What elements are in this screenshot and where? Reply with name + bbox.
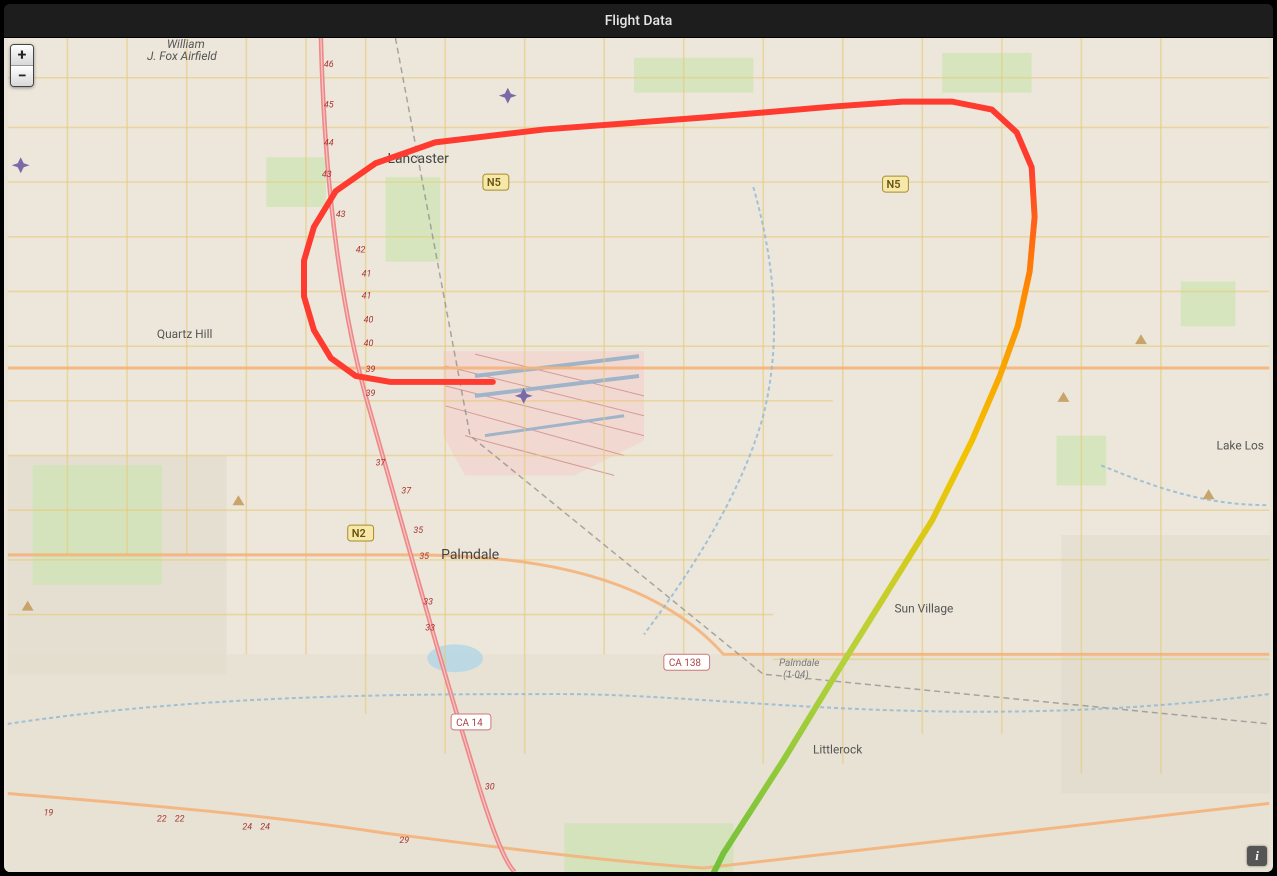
label-sun-village: Sun Village: [894, 602, 953, 616]
svg-text:41: 41: [362, 270, 372, 280]
map-svg: 46 45 44 43 43 42 41 41 40 40 39 39 37 3…: [4, 38, 1273, 872]
svg-text:24: 24: [242, 822, 252, 832]
svg-text:19: 19: [44, 808, 54, 818]
app-window: Flight Data + − i: [4, 4, 1273, 872]
map-viewport[interactable]: + − i: [4, 38, 1273, 872]
svg-text:33: 33: [425, 623, 435, 633]
svg-text:43: 43: [322, 170, 332, 180]
shield-ca14: CA 14: [451, 714, 491, 730]
zoom-out-button[interactable]: −: [11, 65, 33, 86]
svg-text:37: 37: [401, 486, 412, 496]
label-palmdale-exit-1: Palmdale: [779, 658, 819, 669]
svg-text:N5: N5: [887, 178, 901, 191]
shield-n2: N2: [348, 525, 374, 541]
shield-n5-right: N5: [883, 176, 909, 192]
svg-text:39: 39: [366, 365, 376, 375]
svg-text:CA 14: CA 14: [456, 718, 483, 729]
svg-text:40: 40: [364, 339, 374, 349]
svg-text:24: 24: [260, 822, 270, 832]
zoom-in-button[interactable]: +: [11, 45, 33, 65]
svg-text:29: 29: [399, 836, 409, 846]
svg-text:39: 39: [366, 389, 376, 399]
svg-text:42: 42: [356, 246, 366, 256]
window-title: Flight Data: [605, 13, 673, 29]
svg-text:22: 22: [175, 814, 185, 824]
svg-text:40: 40: [364, 315, 374, 325]
label-palmdale-exit-2: (1-04): [783, 670, 809, 681]
svg-text:44: 44: [324, 138, 334, 148]
svg-text:33: 33: [423, 598, 433, 608]
svg-text:45: 45: [324, 101, 334, 111]
svg-text:41: 41: [362, 291, 372, 301]
label-palmdale: Palmdale: [441, 547, 499, 563]
shield-ca138: CA 138: [664, 654, 710, 670]
svg-text:35: 35: [413, 526, 423, 536]
label-lake-los: Lake Los: [1217, 439, 1264, 453]
zoom-control: + −: [10, 44, 34, 87]
svg-text:30: 30: [485, 782, 495, 792]
svg-text:22: 22: [157, 814, 167, 824]
shield-n5-left: N5: [483, 174, 509, 190]
attribution-button[interactable]: i: [1247, 846, 1267, 866]
label-fox-airfield-2: J. Fox Airfield: [147, 49, 217, 63]
svg-text:35: 35: [419, 552, 429, 562]
svg-text:46: 46: [324, 60, 334, 70]
label-quartz-hill: Quartz Hill: [157, 327, 213, 341]
svg-text:37: 37: [376, 458, 387, 468]
label-littlerock: Littlerock: [813, 743, 863, 757]
titlebar: Flight Data: [4, 4, 1273, 38]
svg-text:N5: N5: [487, 176, 501, 189]
svg-text:N2: N2: [352, 527, 366, 540]
svg-text:CA 138: CA 138: [669, 658, 702, 669]
svg-text:43: 43: [336, 210, 346, 220]
